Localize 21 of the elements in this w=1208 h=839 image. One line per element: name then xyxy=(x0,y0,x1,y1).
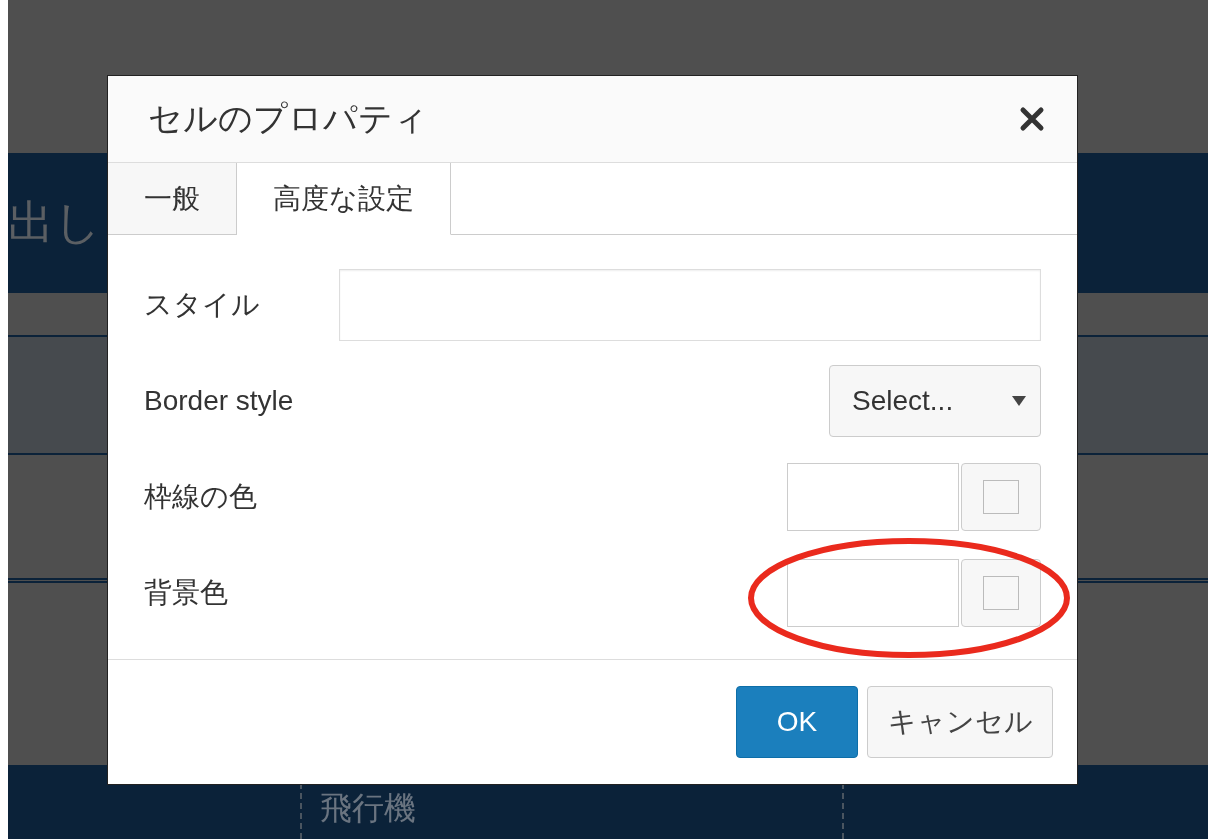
cancel-button[interactable]: キャンセル xyxy=(867,686,1053,758)
style-input[interactable] xyxy=(339,269,1041,341)
field-label: Border style xyxy=(144,385,294,417)
swatch-icon xyxy=(983,480,1019,514)
dialog-title: セルのプロパティ xyxy=(148,98,428,139)
table-header-text: 出し xyxy=(8,195,101,250)
field-label: 背景色 xyxy=(144,576,228,610)
color-picker-button[interactable] xyxy=(961,463,1041,531)
color-picker-button[interactable] xyxy=(961,559,1041,627)
field-label: スタイル xyxy=(144,288,260,322)
color-input[interactable] xyxy=(787,463,959,531)
color-input[interactable] xyxy=(787,559,959,627)
caret-icon xyxy=(1012,396,1026,406)
border-style-select[interactable]: Select... xyxy=(829,365,1041,437)
tab[interactable]: 高度な設定 xyxy=(237,163,451,235)
table-cell-text: 飛行機 xyxy=(320,789,416,828)
swatch-icon xyxy=(983,576,1019,610)
ok-button[interactable]: OK xyxy=(736,686,858,758)
tab[interactable]: 一般 xyxy=(108,163,237,235)
field-label: 枠線の色 xyxy=(144,480,257,514)
close-icon[interactable] xyxy=(1019,106,1045,132)
